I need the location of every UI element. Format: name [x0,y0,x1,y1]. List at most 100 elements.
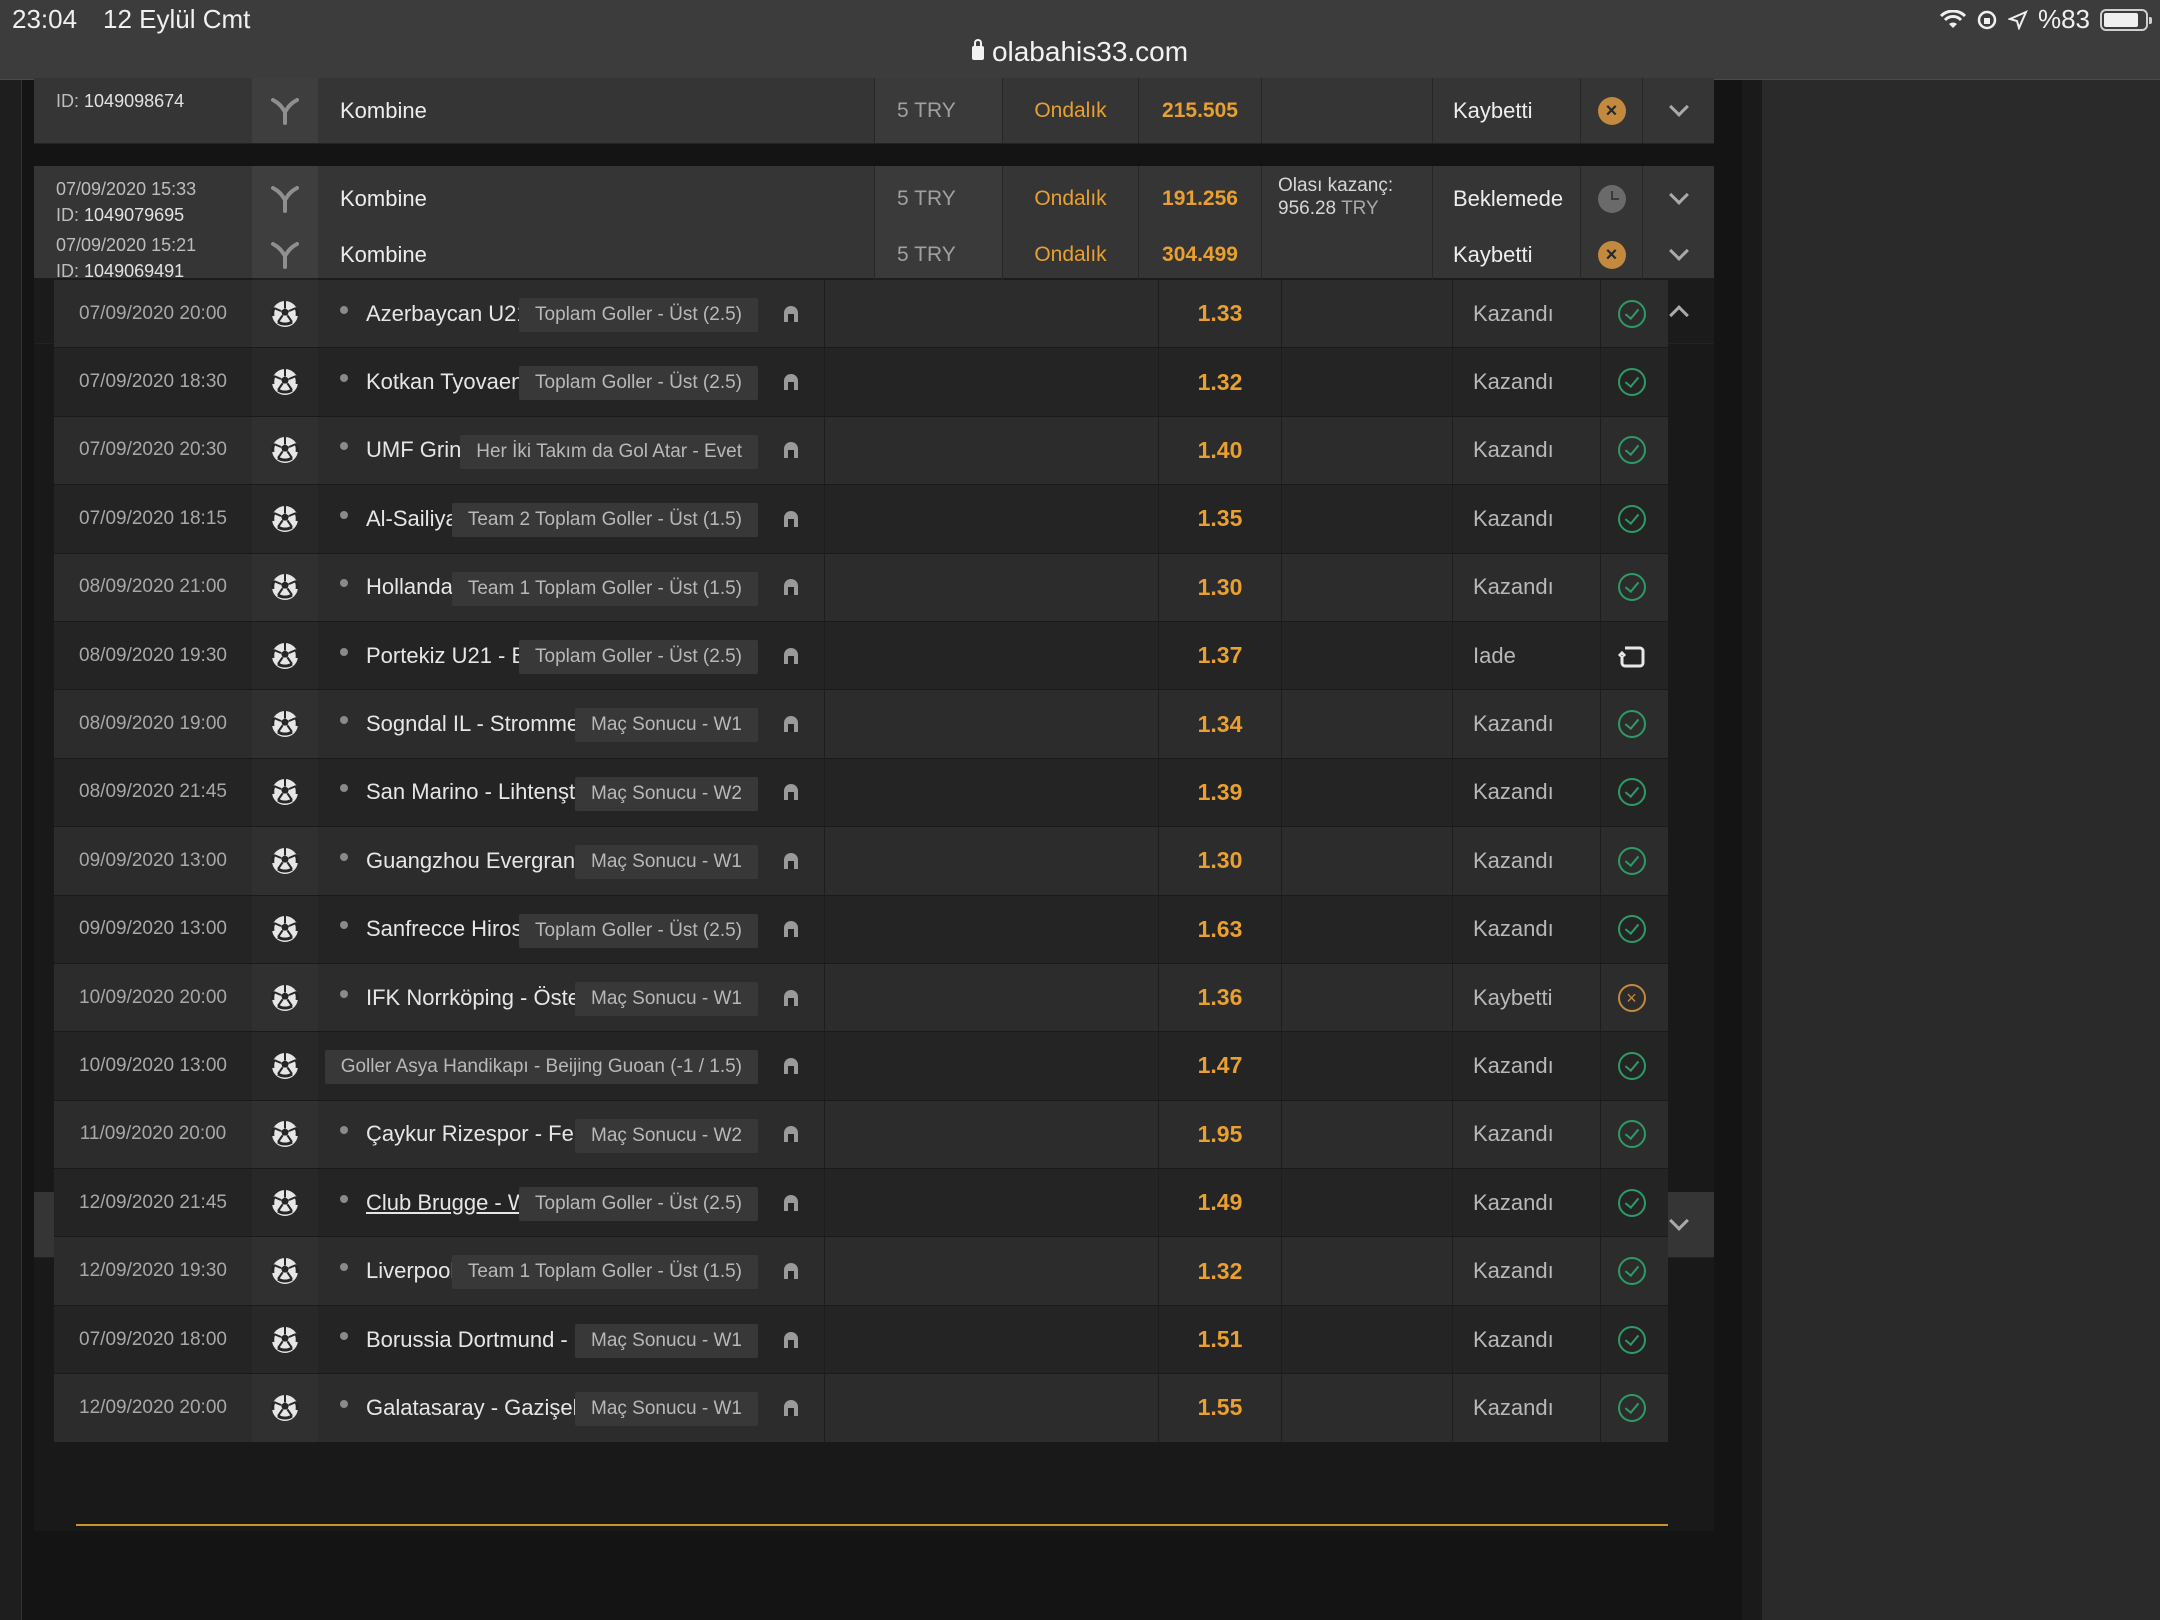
football-icon [271,505,299,532]
sport-icon-cell [252,827,318,895]
stats-button[interactable] [758,759,824,826]
event-status-icon-cell [1600,1305,1662,1374]
bullet-icon [340,716,348,725]
market-badge: Toplam Goller - Üst (2.5) [519,913,758,948]
empty-cell [824,553,1158,621]
address-bar[interactable]: olabahis33.com [0,36,2160,68]
stats-button[interactable] [758,348,824,415]
stats-icon [784,374,798,391]
right-panel-edge [1742,80,1762,1620]
empty-cell [1282,827,1452,894]
bullet-icon [340,647,348,656]
stats-button[interactable] [758,690,824,757]
sport-icon-cell [252,553,318,621]
expand-toggle[interactable] [1642,78,1714,143]
market-badge: Toplam Goller - Üst (2.5) [519,1187,758,1222]
stats-button[interactable] [758,1169,824,1236]
event-status: Kazandı [1452,690,1600,758]
stats-button[interactable] [758,417,824,484]
event-row: 11/09/2020 20:00 Çaykur Rizespor - Fenerb… [54,1100,1668,1170]
stats-button[interactable] [758,964,824,1031]
empty-cell [1282,964,1452,1031]
stats-button[interactable] [758,1101,824,1168]
stats-icon [784,442,798,459]
market-badge: Team 2 Toplam Goller - Üst (1.5) [451,503,758,538]
event-status-icon-cell [1600,621,1662,690]
won-check-icon [1617,1257,1646,1286]
football-icon [271,1189,299,1216]
event-row: 07/09/2020 20:00 Azerbaycan U21 - Fransa … [54,280,1668,349]
football-icon [271,300,299,327]
bullet-icon [340,1399,348,1408]
event-odds: 1.51 [1158,1305,1282,1374]
event-odds: 1.32 [1158,1237,1282,1305]
event-status: Kazandı [1452,1305,1600,1374]
event-status-icon-cell [1600,1032,1662,1100]
won-check-icon [1617,915,1646,944]
won-check-icon [1617,710,1646,739]
football-icon [271,711,299,738]
empty-cell [824,485,1158,553]
bet-row[interactable]: ID: 1049098674 Kombine 5 TRY Ondalık 215.505… [34,78,1714,144]
stats-icon [784,852,798,869]
sport-icon-cell [252,895,318,963]
won-check-icon [1617,504,1646,533]
event-status-icon-cell [1600,1169,1662,1237]
won-check-icon [1617,299,1646,328]
clock: 23:04 [12,4,78,34]
stats-button[interactable] [758,485,824,552]
combo-bet-icon [271,97,299,125]
stats-button[interactable] [758,622,824,689]
stats-button[interactable] [758,827,824,894]
stats-icon [784,647,798,664]
event-status: Kazandı [1452,280,1600,348]
stats-button[interactable] [758,1237,824,1304]
stats-button[interactable] [758,1032,824,1099]
event-date: 07/09/2020 18:15 [79,507,227,529]
won-check-icon [1617,573,1646,602]
market-badge: Team 1 Toplam Goller - Üst (1.5) [451,571,758,606]
event-row: 07/09/2020 20:30UMF Grindavik - IBV V...… [54,416,1668,486]
chevron-down-icon [1668,1210,1689,1231]
football-icon [271,642,299,669]
stats-button[interactable] [758,280,824,347]
left-edge [0,80,22,1620]
stats-icon [784,1399,798,1416]
event-date: 10/09/2020 13:00 [79,1054,227,1076]
event-status-icon-cell [1600,485,1662,553]
market-badge: Toplam Goller - Üst (2.5) [519,298,758,332]
pending-clock-icon [1597,184,1626,213]
event-date: 09/09/2020 13:00 [79,918,227,940]
bet-event-list: 07/09/2020 20:00 Azerbaycan U21 - Fransa … [54,280,1668,1443]
stats-button[interactable] [758,1374,824,1441]
won-check-icon [1617,1325,1646,1354]
event-status-icon-cell [1600,827,1662,895]
event-row: 08/09/2020 19:30 Portekiz U21 - Beyaz Rus… [54,621,1668,691]
event-status: Kazandı [1452,1237,1600,1305]
event-match[interactable]: San Marino - Lihtenştayn [366,779,611,805]
event-odds: 1.55 [1158,1374,1282,1442]
won-check-icon [1617,1188,1646,1217]
empty-cell [824,1237,1158,1305]
event-row: 08/09/2020 19:00 Sogndal IL - Strommen IF… [54,690,1668,759]
empty-cell [824,1374,1158,1442]
stats-icon [784,305,798,322]
event-odds: 1.40 [1158,416,1282,485]
sport-icon-cell [252,1374,318,1442]
market-badge: Maç Sonucu - W2 [575,1118,758,1153]
event-status: Kazandı [1452,1169,1600,1237]
football-icon [271,1052,299,1079]
stats-button[interactable] [758,554,824,621]
empty-cell [1282,1374,1452,1441]
empty-cell [824,1032,1158,1100]
event-status: Iade [1452,621,1600,690]
stats-icon [784,716,798,733]
stats-button[interactable] [758,1306,824,1373]
event-date: 08/09/2020 21:00 [79,576,227,598]
event-status: Kazandı [1452,758,1600,827]
sport-icon-cell [252,280,318,348]
bullet-icon [340,374,348,383]
event-date: 12/09/2020 20:00 [79,1396,227,1418]
stats-button[interactable] [758,896,824,963]
event-row: 12/09/2020 21:45 Club Brugge - Waasland-B… [54,1169,1668,1238]
